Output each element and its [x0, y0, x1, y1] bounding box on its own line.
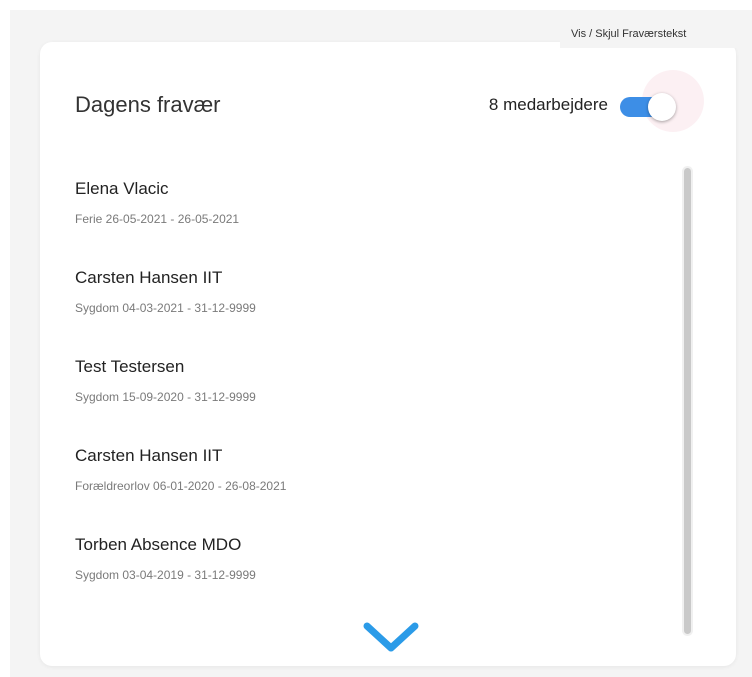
list-item: Carsten Hansen IIT Sygdom 04-03-2021 - 3…	[75, 263, 635, 352]
list-item: Carsten Hansen IIT Forældreorlov 06-01-2…	[75, 441, 635, 530]
absence-detail: Sygdom 15-09-2020 - 31-12-9999	[75, 390, 256, 404]
chevron-down-icon[interactable]	[362, 620, 420, 654]
list-scrollbar[interactable]	[682, 166, 693, 636]
show-absence-text-toggle[interactable]	[620, 93, 678, 121]
absence-detail: Sygdom 04-03-2021 - 31-12-9999	[75, 301, 256, 315]
toggle-tooltip: Vis / Skjul Fraværstekst	[560, 20, 752, 48]
absence-list: Elena Vlacic Ferie 26-05-2021 - 26-05-20…	[75, 174, 635, 619]
employee-count-label: 8 medarbejdere	[488, 95, 608, 114]
list-item: Torben Absence MDO Sygdom 03-04-2019 - 3…	[75, 530, 635, 619]
absence-card: Dagens fravær 8 medarbejdere Elena Vlaci…	[40, 42, 736, 666]
absence-detail: Sygdom 03-04-2019 - 31-12-9999	[75, 568, 256, 582]
employee-name: Test Testersen	[75, 357, 185, 376]
chevron-down-icon-graphic	[363, 622, 419, 652]
employee-name: Elena Vlacic	[75, 179, 169, 198]
toggle-knob[interactable]	[648, 93, 676, 121]
employee-name: Carsten Hansen IIT	[75, 268, 223, 287]
employee-name: Torben Absence MDO	[75, 535, 242, 554]
employee-name: Carsten Hansen IIT	[75, 446, 223, 465]
scrollbar-thumb[interactable]	[684, 168, 691, 634]
list-item: Test Testersen Sygdom 15-09-2020 - 31-12…	[75, 352, 635, 441]
absence-detail: Forældreorlov 06-01-2020 - 26-08-2021	[75, 479, 287, 493]
list-item: Elena Vlacic Ferie 26-05-2021 - 26-05-20…	[75, 174, 635, 263]
absence-detail: Ferie 26-05-2021 - 26-05-2021	[75, 212, 240, 226]
card-title: Dagens fravær	[75, 92, 221, 117]
